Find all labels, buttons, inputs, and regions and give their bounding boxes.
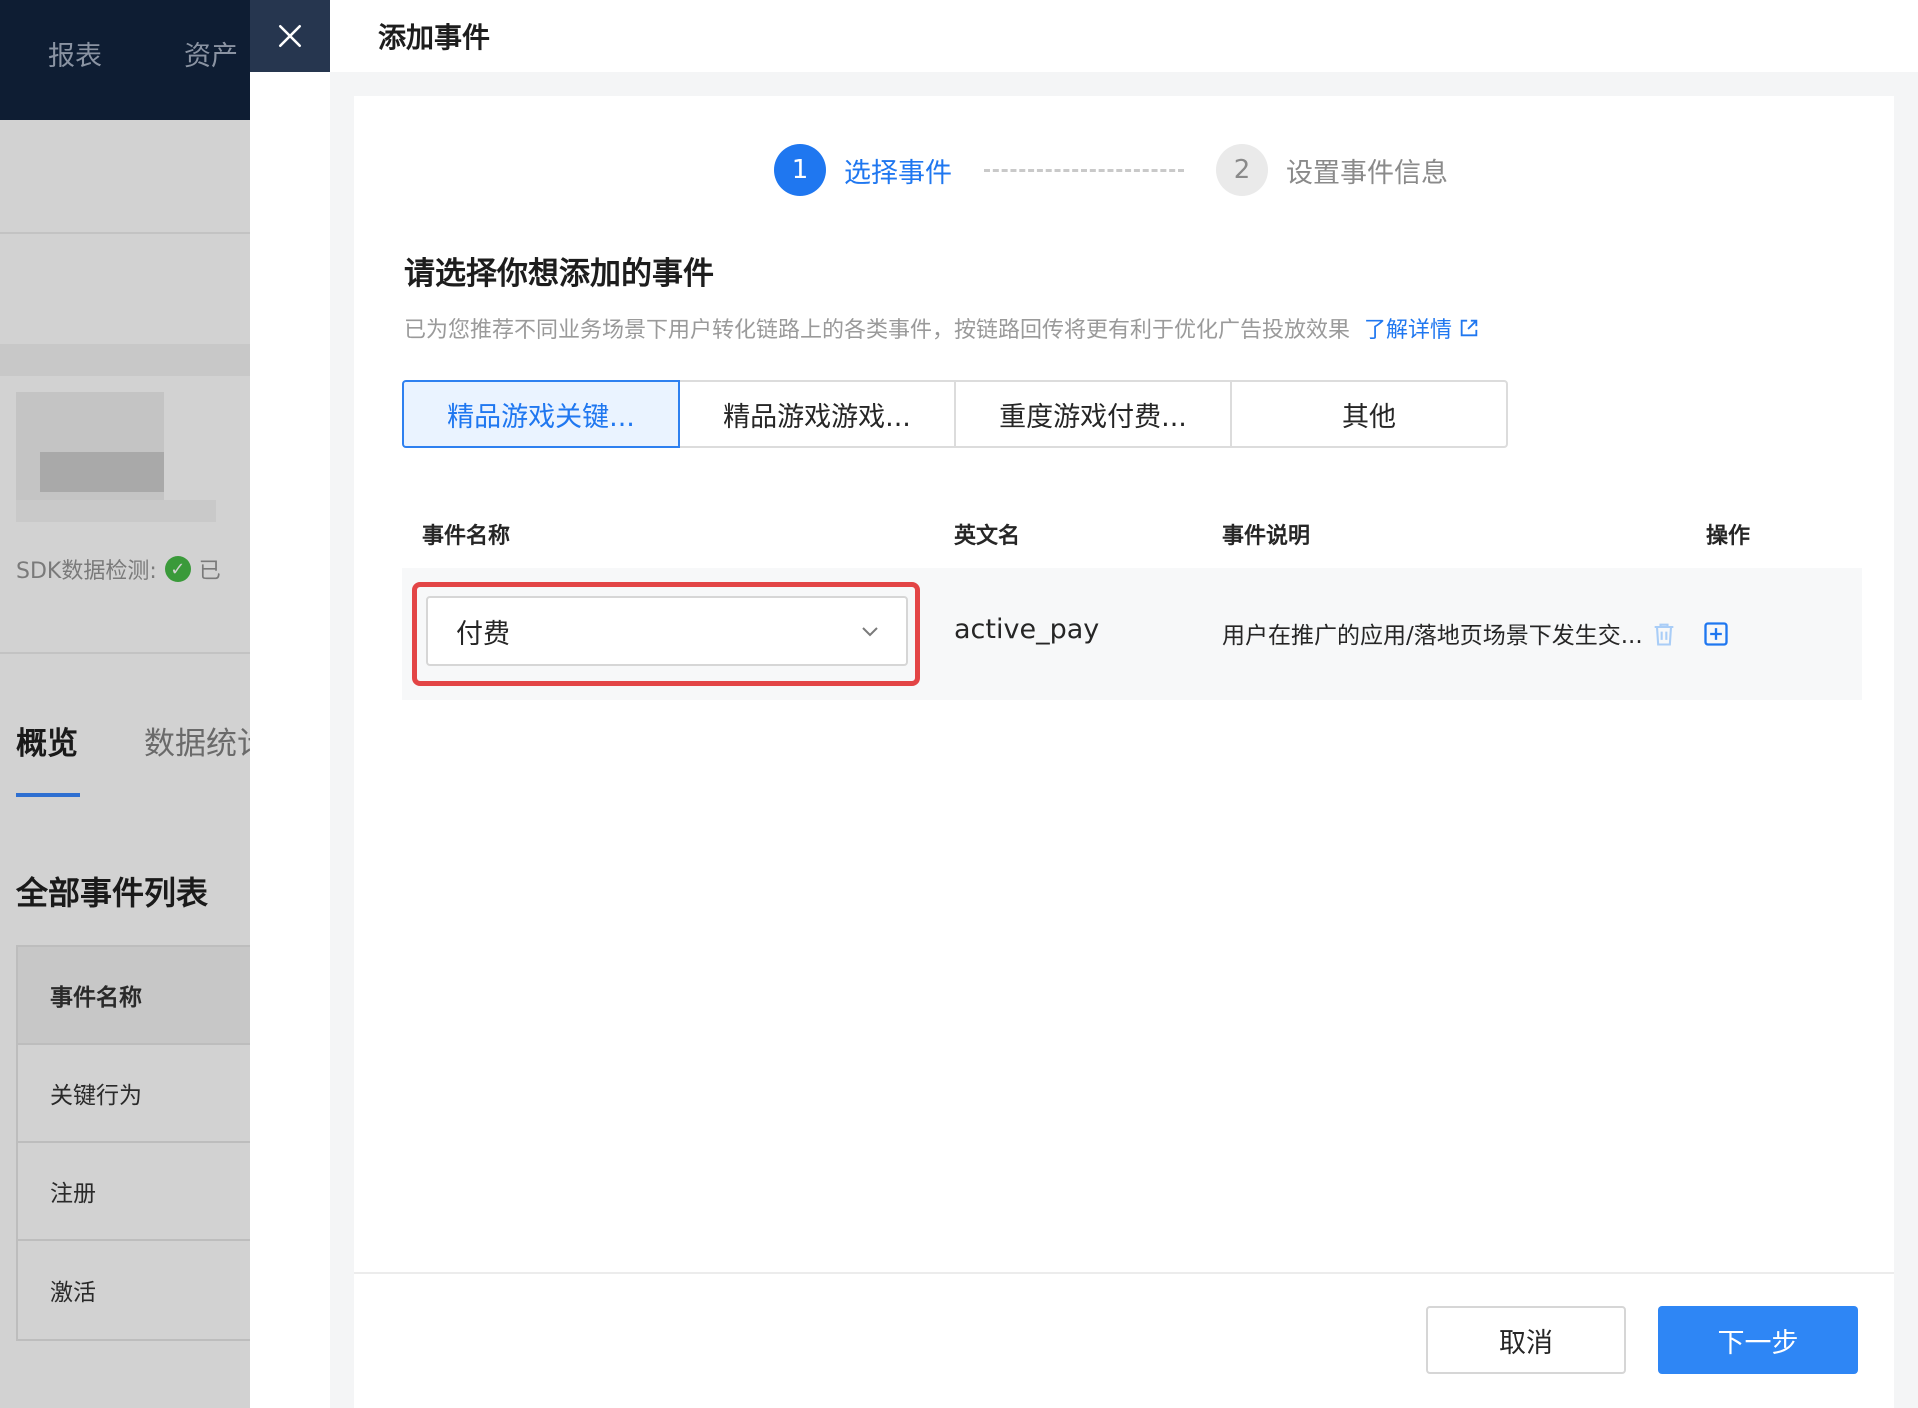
step-connector bbox=[984, 168, 1184, 172]
learn-more-label: 了解详情 bbox=[1364, 318, 1453, 343]
tab-data-stats: 数据统计 bbox=[144, 726, 250, 762]
next-step-button[interactable]: 下一步 bbox=[1658, 1306, 1858, 1374]
add-row-button[interactable] bbox=[1696, 614, 1736, 654]
tab-underline bbox=[16, 793, 80, 797]
external-link-icon bbox=[1460, 319, 1478, 337]
english-name-value: active_pay bbox=[954, 614, 1100, 645]
steps: 1 选择事件 2 设置事件信息 bbox=[774, 144, 1448, 196]
blurred-app-name bbox=[40, 452, 164, 492]
step-1-number: 1 bbox=[774, 144, 826, 196]
step-1-label: 选择事件 bbox=[844, 157, 952, 189]
add-event-drawer: 添加事件 1 选择事件 2 设置事件信息 请选择你想添加的事件 已为您推荐不同业… bbox=[330, 0, 1918, 1408]
divider bbox=[0, 652, 250, 654]
tab-category-heavy-pay[interactable]: 重度游戏付费... bbox=[954, 380, 1232, 448]
blurred-app-meta bbox=[16, 500, 216, 522]
drawer-title: 添加事件 bbox=[378, 21, 491, 54]
tab-category-other[interactable]: 其他 bbox=[1230, 380, 1508, 448]
table-row: 激活 bbox=[50, 1280, 96, 1306]
event-name-value: 付费 bbox=[456, 618, 510, 650]
chevron-down-icon bbox=[862, 627, 878, 637]
tab-category-premium-key[interactable]: 精品游戏关键... bbox=[402, 380, 680, 448]
header-event-name: 事件名称 bbox=[422, 524, 511, 549]
event-description-value: 用户在推广的应用/落地页场景下发生交... bbox=[1222, 623, 1643, 649]
close-button[interactable] bbox=[250, 0, 330, 72]
section-description: 已为您推荐不同业务场景下用户转化链路上的各类事件，按链路回传将更有利于优化广告投… bbox=[404, 312, 1480, 344]
background-app: 报表 资产 SDK数据检测: ✓ 已 概览 数据统计 全部事件列表 事件名称 关… bbox=[0, 0, 250, 1408]
plus-square-icon bbox=[1704, 622, 1728, 646]
step-2-label: 设置事件信息 bbox=[1286, 157, 1448, 189]
close-icon bbox=[278, 24, 302, 48]
section-title: 请选择你想添加的事件 bbox=[404, 256, 714, 292]
header-operations: 操作 bbox=[1706, 524, 1751, 549]
events-table: 事件名称 关键行为 注册 激活 bbox=[16, 945, 250, 1341]
delete-button[interactable] bbox=[1644, 614, 1684, 654]
nav-item-reports: 报表 bbox=[48, 41, 102, 72]
sdk-label: SDK数据检测: bbox=[16, 559, 157, 584]
table-header: 事件名称 bbox=[18, 947, 250, 1045]
divider-band bbox=[0, 344, 250, 376]
event-name-select[interactable]: 付费 bbox=[426, 596, 908, 666]
cancel-button[interactable]: 取消 bbox=[1426, 1306, 1626, 1374]
tab-category-premium-game[interactable]: 精品游戏游戏... bbox=[678, 380, 956, 448]
background-top-nav: 报表 资产 bbox=[0, 0, 250, 120]
table-row: 注册 bbox=[18, 1143, 250, 1241]
description-text: 已为您推荐不同业务场景下用户转化链路上的各类事件，按链路回传将更有利于优化广告投… bbox=[404, 318, 1351, 343]
events-list-title: 全部事件列表 bbox=[16, 874, 209, 912]
sdk-status: SDK数据检测: ✓ 已 bbox=[16, 553, 221, 585]
category-tabs: 精品游戏关键... 精品游戏游戏... 重度游戏付费... 其他 bbox=[402, 380, 1508, 448]
nav-item-assets: 资产 bbox=[184, 41, 238, 72]
drawer-header: 添加事件 bbox=[330, 0, 1918, 72]
header-english-name: 英文名 bbox=[954, 524, 1021, 549]
check-circle-icon: ✓ bbox=[164, 556, 191, 582]
trash-icon bbox=[1654, 623, 1674, 646]
tab-overview: 概览 bbox=[16, 726, 78, 762]
sdk-status-text: 已 bbox=[198, 559, 221, 584]
event-table-header: 事件名称 英文名 事件说明 操作 bbox=[402, 506, 1862, 556]
table-row: 关键行为 bbox=[18, 1045, 250, 1143]
table-row: 付费 active_pay 用户在推广的应用/落地页场景下发生交... bbox=[402, 568, 1862, 700]
drawer-panel: 1 选择事件 2 设置事件信息 请选择你想添加的事件 已为您推荐不同业务场景下用… bbox=[354, 96, 1894, 1408]
learn-more-link[interactable]: 了解详情 bbox=[1364, 312, 1480, 344]
header-event-description: 事件说明 bbox=[1222, 524, 1311, 549]
step-2-number: 2 bbox=[1216, 144, 1268, 196]
footer-divider bbox=[354, 1272, 1894, 1274]
divider bbox=[0, 232, 250, 234]
